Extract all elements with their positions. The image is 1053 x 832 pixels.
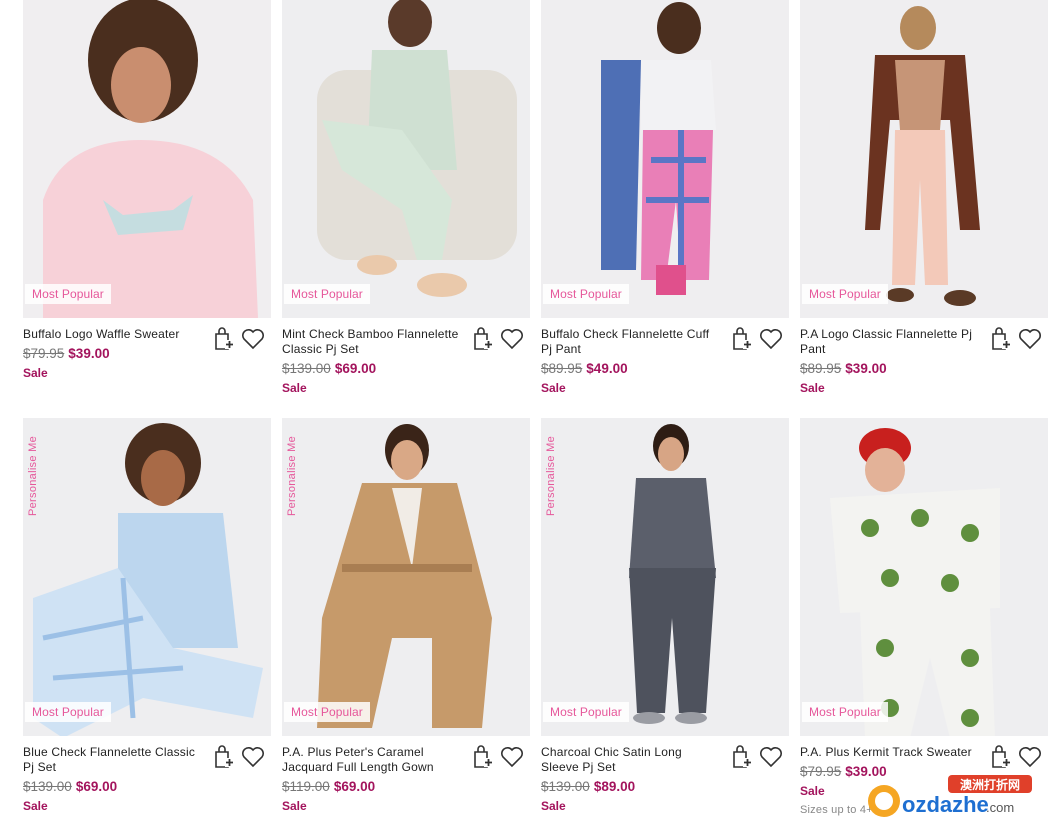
sale-label: Sale <box>800 381 825 395</box>
watermark-cn-text: 澳洲打折网 <box>960 777 1020 792</box>
personalise-me-label: Personalise Me <box>286 435 298 516</box>
personalise-me-label: Personalise Me <box>27 435 39 516</box>
sale-price: $39.00 <box>68 346 110 361</box>
personalise-me-label: Personalise Me <box>545 435 557 516</box>
most-popular-badge: Most Popular <box>543 284 629 304</box>
product-photo <box>23 418 271 736</box>
product-title[interactable]: Mint Check Bamboo Flannelette Classic Pj… <box>282 327 462 357</box>
sale-price: $89.00 <box>593 779 636 794</box>
product-title[interactable]: P.A. Plus Kermit Track Sweater <box>800 745 980 760</box>
heart-icon[interactable] <box>1018 746 1042 768</box>
product-title[interactable]: Blue Check Flannelette Classic Pj Set <box>23 745 203 775</box>
most-popular-badge: Most Popular <box>543 702 629 722</box>
product-card[interactable]: Most Popular Buffalo Check Flannelette C… <box>541 0 789 395</box>
heart-icon[interactable] <box>759 328 783 350</box>
add-to-bag-icon[interactable] <box>213 745 235 769</box>
watermark-tld-text: .com <box>986 800 1014 815</box>
sale-price: $39.00 <box>845 361 887 376</box>
product-title[interactable]: Buffalo Logo Waffle Sweater <box>23 327 203 342</box>
sale-price: $49.00 <box>586 361 628 376</box>
product-image[interactable]: Most Popular <box>800 0 1048 318</box>
heart-icon[interactable] <box>241 328 265 350</box>
product-photo <box>541 0 789 318</box>
most-popular-badge: Most Popular <box>25 702 111 722</box>
add-to-bag-icon[interactable] <box>472 327 494 351</box>
original-price: $139.00 <box>282 361 331 376</box>
product-image[interactable]: Most Popular <box>541 0 789 318</box>
product-title[interactable]: Charcoal Chic Satin Long Sleeve Pj Set <box>541 745 721 775</box>
sale-label: Sale <box>23 366 48 380</box>
most-popular-badge: Most Popular <box>284 284 370 304</box>
product-image[interactable]: Personalise Me Most Popular <box>23 418 271 736</box>
watermark-domain-text: ozdazhe <box>902 792 989 817</box>
product-image[interactable]: Personalise Me Most Popular <box>541 418 789 736</box>
product-card[interactable]: Personalise Me Most Popular Blue Check F… <box>23 418 271 813</box>
original-price: $89.95 <box>800 361 842 376</box>
sale-label: Sale <box>282 799 307 813</box>
heart-icon[interactable] <box>1018 328 1042 350</box>
product-photo <box>800 418 1048 736</box>
sale-price: $69.00 <box>75 779 118 794</box>
sale-label: Sale <box>282 381 307 395</box>
add-to-bag-icon[interactable] <box>213 327 235 351</box>
product-card[interactable]: Most Popular Buffalo Logo Waffle Sweater… <box>23 0 271 380</box>
sale-label: Sale <box>541 799 566 813</box>
add-to-bag-icon[interactable] <box>731 327 753 351</box>
product-title[interactable]: Buffalo Check Flannelette Cuff Pj Pant <box>541 327 721 357</box>
product-image[interactable]: Most Popular <box>282 0 530 318</box>
sale-label: Sale <box>541 381 566 395</box>
heart-icon[interactable] <box>500 746 524 768</box>
sale-label: Sale <box>23 799 48 813</box>
heart-icon[interactable] <box>241 746 265 768</box>
sale-price: $69.00 <box>333 779 376 794</box>
product-image[interactable]: Personalise Me Most Popular <box>282 418 530 736</box>
product-photo <box>282 418 530 736</box>
ozdazhe-watermark-logo: 澳洲打折网 ozdazhe .com <box>868 775 1032 817</box>
add-to-bag-icon[interactable] <box>472 745 494 769</box>
product-photo <box>800 0 1048 318</box>
product-image[interactable]: Most Popular <box>23 0 271 318</box>
most-popular-badge: Most Popular <box>25 284 111 304</box>
product-title[interactable]: P.A Logo Classic Flannelette Pj Pant <box>800 327 980 357</box>
heart-icon[interactable] <box>759 746 783 768</box>
product-photo <box>541 418 789 736</box>
product-image[interactable]: Most Popular <box>800 418 1048 736</box>
original-price: $89.95 <box>541 361 583 376</box>
add-to-bag-icon[interactable] <box>731 745 753 769</box>
most-popular-badge: Most Popular <box>284 702 370 722</box>
product-title[interactable]: P.A. Plus Peter's Caramel Jacquard Full … <box>282 745 462 775</box>
product-photo <box>23 0 271 318</box>
sale-price: $69.00 <box>334 361 377 376</box>
product-photo <box>282 0 530 318</box>
original-price: $79.95 <box>800 764 842 779</box>
product-card[interactable]: Most Popular Mint Check Bamboo Flannelet… <box>282 0 530 395</box>
most-popular-badge: Most Popular <box>802 284 888 304</box>
heart-icon[interactable] <box>500 328 524 350</box>
product-card[interactable]: Most Popular P.A Logo Classic Flannelett… <box>800 0 1048 395</box>
add-to-bag-icon[interactable] <box>990 327 1012 351</box>
original-price: $139.00 <box>23 779 72 794</box>
most-popular-badge: Most Popular <box>802 702 888 722</box>
add-to-bag-icon[interactable] <box>990 745 1012 769</box>
original-price: $139.00 <box>541 779 590 794</box>
product-card[interactable]: Personalise Me Most Popular Charcoal Chi… <box>541 418 789 813</box>
product-card[interactable]: Personalise Me Most Popular P.A. Plus Pe… <box>282 418 530 813</box>
original-price: $79.95 <box>23 346 65 361</box>
product-card[interactable]: Most Popular P.A. Plus Kermit Track Swea… <box>800 418 1048 816</box>
original-price: $119.00 <box>282 779 330 794</box>
